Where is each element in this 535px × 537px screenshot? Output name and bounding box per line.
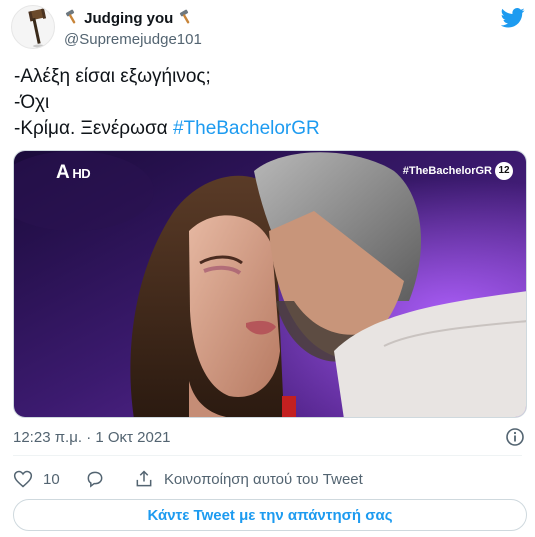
author-display-name[interactable]: Judging you — [64, 9, 194, 29]
reply-icon-button[interactable] — [85, 468, 105, 490]
hammer-icon — [65, 9, 76, 24]
author-handle[interactable]: @Supremejudge101 — [64, 31, 202, 49]
heart-icon — [13, 470, 33, 488]
reply-bubble-icon — [87, 471, 103, 488]
age-rating-badge: 12 — [495, 162, 513, 180]
tweet-card: Judging you @Supremejudge101 -Αλέξη είσα… — [0, 0, 535, 537]
gavel-icon — [28, 8, 47, 48]
hammer-icon — [179, 9, 189, 24]
share-label: Κοινοποίηση αυτού του Tweet — [164, 470, 363, 488]
tweet-line: -Όχι — [14, 92, 50, 113]
tweet-media-image[interactable]: A HD #TheBachelorGR 12 — [13, 150, 527, 418]
tweet-timestamp[interactable]: 12:23 π.μ. · 1 Οκτ 2021 — [13, 429, 171, 447]
tweet-line: -Αλέξη είσαι εξωγήινος; — [14, 66, 211, 87]
author-name-text: Judging you — [84, 10, 174, 27]
like-button[interactable]: 10 — [13, 468, 60, 490]
tweet-line-text: -Κρίμα. Ξενέρωσα — [14, 118, 168, 139]
twitter-bird-icon[interactable] — [501, 7, 525, 29]
share-button[interactable]: Κοινοποίηση αυτού του Tweet — [134, 468, 363, 490]
channel-logo-suffix: HD — [72, 166, 91, 181]
reply-tweet-button[interactable]: Κάντε Tweet με την απάντησή σας — [13, 499, 527, 531]
tv-still-image — [14, 151, 526, 417]
info-icon[interactable] — [505, 427, 525, 447]
channel-logo-letter: A — [56, 162, 70, 183]
author-avatar[interactable] — [11, 5, 55, 49]
show-hashtag-overlay: #TheBachelorGR — [402, 165, 492, 177]
tweet-line: -Κρίμα. Ξενέρωσα #TheBachelorGR — [14, 116, 320, 142]
channel-logo: A HD — [56, 162, 91, 184]
hashtag-link[interactable]: #TheBachelorGR — [173, 118, 320, 139]
divider — [13, 455, 522, 456]
tweet-text: -Αλέξη είσαι εξωγήινος; -Όχι -Κρίμα. Ξεν… — [14, 64, 320, 142]
like-count: 10 — [43, 470, 60, 488]
share-icon — [136, 470, 152, 487]
